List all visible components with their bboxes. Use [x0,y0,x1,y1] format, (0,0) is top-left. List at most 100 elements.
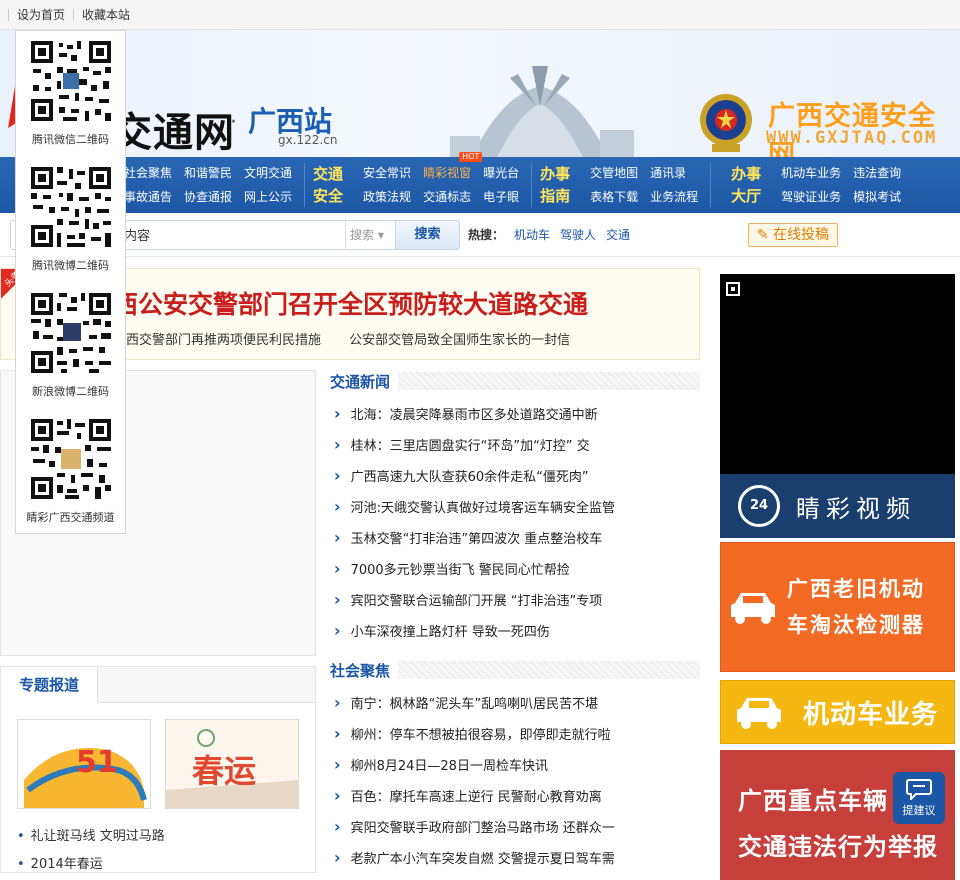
nav-group-head: 办事 指南 [540,165,571,205]
news-item[interactable]: 柳州8月24日—28日一周检车快讯 [330,749,700,780]
fullscreen-icon[interactable] [726,282,740,296]
car-icon [731,593,775,624]
special-tabs: 专题报道 [1,667,315,703]
qr-wechat[interactable]: 腾讯微信二维码 [16,31,125,157]
section-title[interactable]: 交通新闻 [330,370,399,392]
police-emblem-icon [700,94,752,152]
nav-group-hall: 办事 大厅 机动车业务 违法查询 驾驶证业务 模拟考试 [711,163,913,207]
edit-icon: ✎ [756,226,769,243]
nav-link[interactable]: 模拟考试 [853,186,901,208]
set-home-link[interactable]: 设为首页 [8,8,73,21]
news-item[interactable]: 百色：摩托车高速上逆行 民警耐心教育劝离 [330,780,700,811]
news-item[interactable]: 河池:天峨交警认真做好过境客运车辆安全监管 [330,491,700,522]
nav-link[interactable]: 社会聚焦 [124,162,172,184]
news-item[interactable]: 桂林：三里店圆盘实行“环岛”加“灯控” 交 [330,429,700,460]
nav-link-hot[interactable]: 睛彩视窗 HOT [423,152,483,184]
nav-link[interactable]: 通讯录 [650,162,698,184]
nav-link[interactable]: 交通标志 [423,186,471,208]
search-bar: 搜索 ▾ 搜索 热搜： 机动车 驾驶人 交通 ✎ 在线投稿 [0,213,960,257]
banner-line: 广西老旧机动 [787,577,925,601]
nav-link[interactable]: 和谐警民 [184,162,232,184]
nav-link[interactable]: 安全常识 [363,162,411,184]
nav-link[interactable]: 机动车业务 [781,162,841,184]
banner-line: 车淘汰检测器 [787,613,925,637]
headline-subs: 广西交警部门再推两项便民利民措施 公安部交管局致全国师生家长的一封信 [113,329,594,348]
section-stripe [398,661,700,679]
qr-video-channel[interactable]: 睛彩广西交通频道 [16,409,125,535]
headline-sub-link[interactable]: 公安部交管局致全国师生家长的一封信 [349,333,570,348]
hot-search-link[interactable]: 驾驶人 [560,226,596,243]
24h-icon: 24 [738,485,780,527]
qr-label: 新浪微博二维码 [32,385,109,398]
car-icon [737,698,781,729]
nav-link[interactable]: 协查通报 [184,186,232,208]
special-list-item[interactable]: 2014年春运 [17,851,315,879]
qr-label: 腾讯微信二维码 [32,133,109,146]
nav-link[interactable]: 曝光台 [483,162,519,184]
nav-link[interactable]: 政策法规 [363,186,411,208]
tab-special-reports[interactable]: 专题报道 [1,667,99,703]
news-item[interactable]: 宾阳交警联手政府部门整治马路市场 还群众一 [330,811,700,842]
news-item[interactable]: 老款广本小汽车突发自燃 交警提示夏日驾车需 [330,842,700,873]
special-image-spring-festival[interactable]: 春运 [165,719,299,809]
logo-text[interactable]: 交通网 [112,100,235,157]
qr-code-icon [26,163,115,251]
traffic-news-section: 交通新闻 北海：凌晨突降暴雨市区多处道路交通中断 桂林：三里店圆盘实行“环岛”加… [330,370,700,646]
news-item[interactable]: 玉林交警“打非治违”第四波次 重点整治校车 [330,522,700,553]
top-bar: 设为首页 收藏本站 [0,0,960,30]
hot-search-link[interactable]: 机动车 [514,226,550,243]
stadium-illustration-icon [450,66,634,157]
headline-title[interactable]: 西公安交警部门召开全区预防较大道路交通 [113,285,588,321]
special-reports: 专题报道 51 春运 礼让斑马线 文明过马路 2014年春运 [0,666,316,873]
section-stripe [398,372,700,390]
nav-link[interactable]: 表格下载 [590,186,638,208]
chat-bubble-icon [906,779,932,800]
banner-label: 机动车业务 [803,699,939,730]
brand-url: WWW.GXJTAQ.COM [766,128,938,148]
online-submit-button[interactable]: ✎ 在线投稿 [747,222,838,247]
nav-link[interactable]: 网上公示 [244,186,292,208]
qr-sina-weibo[interactable]: 新浪微博二维码 [16,283,125,409]
logo-dot: · [230,110,237,135]
news-item[interactable]: 宾阳交警联合运输部门开展 “打非治违”专项 [330,584,700,615]
qr-tencent-weibo[interactable]: 腾讯微博二维码 [16,157,125,283]
svg-text:51: 51 [76,745,118,780]
video-player[interactable] [720,274,955,474]
news-item[interactable]: 小车深夜撞上路灯杆 导致一死四伤 [330,615,700,646]
video-channel-label: 睛彩视频 [796,494,916,523]
news-item[interactable]: 北海：凌晨突降暴雨市区多处道路交通中断 [330,398,700,429]
site-header: 交通网 · 广西站 gx.122.cn 广西交通安全网 WWW.GXJTAQ.C… [0,30,960,157]
search-type-select[interactable]: 搜索 ▾ [345,220,395,249]
old-vehicle-banner[interactable]: 广西老旧机动 车淘汰检测器 [720,542,955,672]
nav-link[interactable]: 事故通告 [124,186,172,208]
bookmark-link[interactable]: 收藏本站 [73,8,138,21]
nav-link[interactable]: 交管地图 [590,162,638,184]
svg-text:春运: 春运 [192,752,256,790]
qr-code-icon [26,37,115,125]
nav-link[interactable]: 驾驶证业务 [781,186,841,208]
headline-sub-link[interactable]: 广西交警部门再推两项便民利民措施 [113,333,321,348]
nav-link[interactable]: 电子眼 [483,186,519,208]
qr-label: 睛彩广西交通频道 [26,511,115,524]
news-item[interactable]: 柳州：停车不想被拍很容易，即停即走就行啦 [330,718,700,749]
banner-line: 交通违法行为举报 [738,833,938,861]
hot-search-link[interactable]: 交通 [606,226,630,243]
nav-link[interactable]: 业务流程 [650,186,698,208]
qr-label: 腾讯微博二维码 [32,259,109,272]
section-title[interactable]: 社会聚焦 [330,659,399,681]
social-focus-section: 社会聚焦 南宁：枫林路“泥头车”乱鸣喇叭居民苦不堪 柳州：停车不想被拍很容易，即… [330,659,700,873]
nav-link[interactable]: 文明交通 [244,162,292,184]
news-item[interactable]: 广西高速九大队查获60余件走私“僵死肉” [330,460,700,491]
suggestion-button[interactable]: 提建议 [893,772,945,824]
search-button[interactable]: 搜索 [395,220,459,249]
special-list-item[interactable]: 礼让斑马线 文明过马路 [17,823,315,851]
special-image-may-day[interactable]: 51 [17,719,151,809]
nav-group-head: 交通 安全 [313,165,344,205]
video-channel-banner[interactable]: 24 睛彩视频 [720,474,955,538]
hot-badge: HOT [459,152,483,162]
news-item[interactable]: 7000多元钞票当街飞 警民同心忙帮捡 [330,553,700,584]
news-item[interactable]: 南宁：枫林路“泥头车”乱鸣喇叭居民苦不堪 [330,687,700,718]
nav-link[interactable]: 违法查询 [853,162,901,184]
vehicle-business-banner[interactable]: 机动车业务 [720,680,955,744]
qr-code-icon [26,289,115,377]
